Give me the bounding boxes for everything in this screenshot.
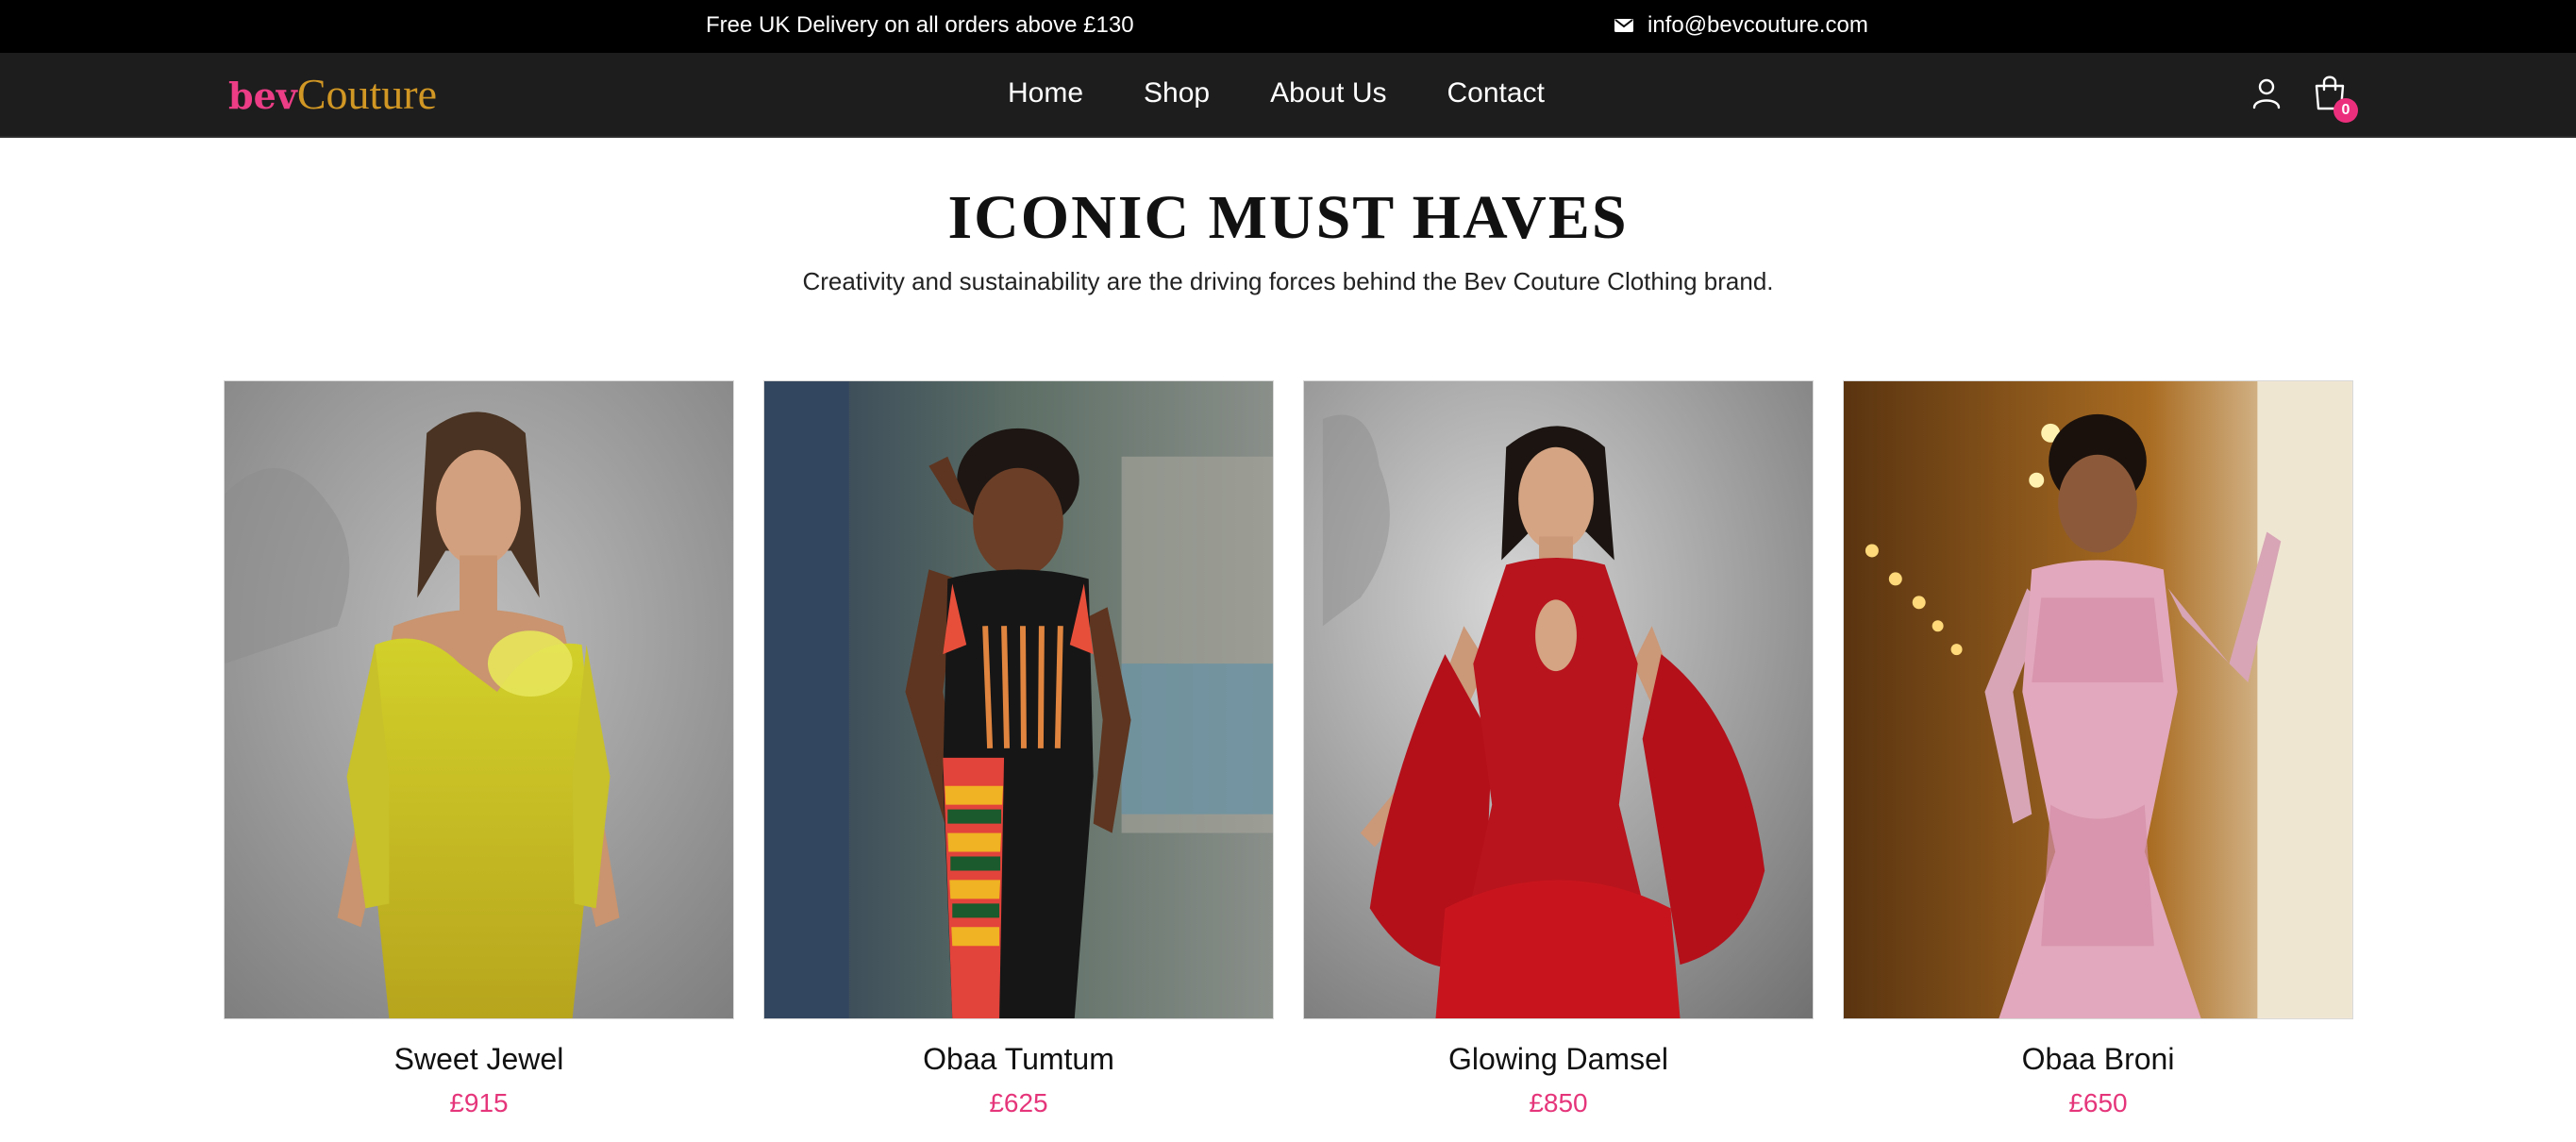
product-image[interactable] (763, 380, 1274, 1019)
product-price: £915 (449, 1088, 509, 1117)
section-subtitle: Creativity and sustainability are the dr… (802, 267, 1774, 295)
product-image[interactable] (224, 380, 734, 1019)
section-title: ICONIC MUST HAVES (947, 183, 1629, 252)
main-navbar: bevCouture Home Shop About Us Contact 0 (0, 53, 2576, 138)
user-icon[interactable] (2251, 77, 2282, 109)
primary-menu: Home Shop About Us Contact (1008, 77, 1545, 109)
product-card[interactable]: Obaa Tumtum £625 (763, 380, 1274, 1118)
product-card[interactable]: Obaa Broni £650 (1843, 380, 2353, 1118)
product-card[interactable]: Glowing Damsel £850 (1303, 380, 1814, 1118)
product-name[interactable]: Obaa Tumtum (763, 1042, 1274, 1077)
brand-logo[interactable]: bevCouture (228, 69, 437, 119)
email-link[interactable]: info@bevcouture.com (1614, 12, 1868, 39)
product-price: £850 (1529, 1088, 1588, 1117)
logo-text-bev: bev (228, 75, 297, 117)
nav-about-link[interactable]: About Us (1270, 77, 1386, 109)
product-name[interactable]: Sweet Jewel (224, 1042, 734, 1077)
mail-icon (1614, 19, 1633, 32)
email-text: info@bevcouture.com (1648, 12, 1868, 38)
product-price: £625 (989, 1088, 1048, 1117)
product-image[interactable] (1303, 380, 1814, 1019)
free-delivery-text: Free UK Delivery on all orders above £13… (706, 12, 1134, 38)
nav-shop-link[interactable]: Shop (1144, 77, 1210, 109)
nav-home-link[interactable]: Home (1008, 77, 1083, 109)
nav-contact-link[interactable]: Contact (1447, 77, 1545, 109)
product-card[interactable]: Sweet Jewel £915 (224, 380, 734, 1118)
product-image[interactable] (1843, 380, 2353, 1019)
announcement-bar: Free UK Delivery on all orders above £13… (0, 0, 2576, 53)
cart-count-badge: 0 (2333, 98, 2358, 123)
logo-text-couture: Couture (296, 70, 438, 118)
product-name[interactable]: Glowing Damsel (1303, 1042, 1814, 1077)
product-price: £650 (2068, 1088, 2128, 1117)
product-name[interactable]: Obaa Broni (1843, 1042, 2353, 1077)
